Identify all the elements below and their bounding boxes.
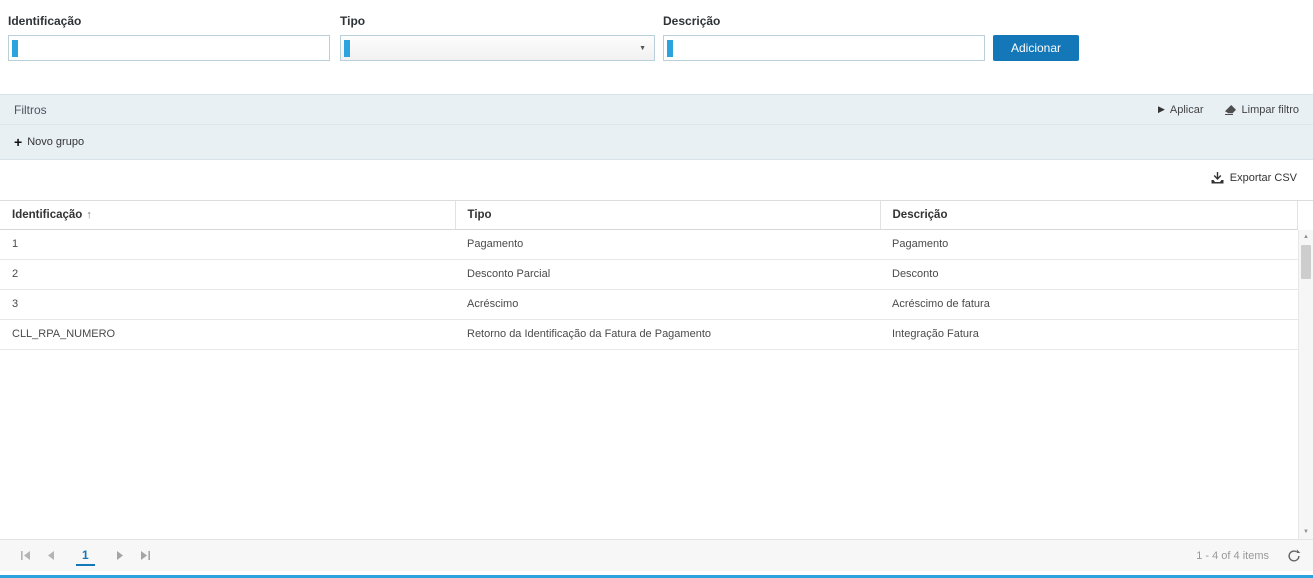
scroll-down-icon[interactable]: ▼ [1299, 529, 1313, 535]
last-page-icon [140, 551, 151, 560]
plus-icon: + [14, 135, 22, 149]
dropdown-arrow-icon: ▼ [639, 45, 646, 52]
apply-filter-label: Aplicar [1170, 104, 1204, 116]
adicionar-button[interactable]: Adicionar [993, 35, 1079, 61]
apply-filter-button[interactable]: ▶ Aplicar [1158, 104, 1204, 116]
cell-tipo: Retorno da Identificação da Fatura de Pa… [455, 319, 880, 349]
column-header-tipo[interactable]: Tipo [455, 201, 880, 229]
cell-tipo: Pagamento [455, 229, 880, 259]
prev-page-icon [47, 551, 55, 560]
column-label: Descrição [893, 209, 948, 221]
next-page-button[interactable] [107, 543, 133, 569]
eraser-icon [1224, 104, 1237, 115]
sort-asc-icon: ↑ [86, 209, 92, 221]
next-page-icon [116, 551, 124, 560]
filters-panel: Filtros ▶ Aplicar Limpar filtro + Novo g… [0, 94, 1313, 160]
identificacao-label: Identificação [8, 14, 330, 28]
last-page-button[interactable] [133, 543, 159, 569]
export-csv-icon [1211, 172, 1224, 184]
current-page[interactable]: 1 [76, 545, 95, 566]
tipo-label: Tipo [340, 14, 655, 28]
input-focus-bar [667, 40, 673, 57]
table-row[interactable]: CLL_RPA_NUMERO Retorno da Identificação … [0, 319, 1298, 349]
input-focus-bar [344, 40, 350, 57]
table-row[interactable]: 1 Pagamento Pagamento [0, 229, 1298, 259]
apply-icon: ▶ [1158, 105, 1165, 114]
vertical-scrollbar[interactable]: ▲ ▼ [1298, 230, 1313, 539]
input-focus-bar [12, 40, 18, 57]
pager-info: 1 - 4 of 4 items [1196, 550, 1269, 562]
column-label: Identificação [12, 209, 82, 221]
grid-table: Identificação ↑ Tipo Descrição 1 Pagament… [0, 201, 1298, 350]
descricao-input-field[interactable] [676, 36, 982, 60]
export-csv-button[interactable]: Exportar CSV [1211, 172, 1297, 184]
tipo-select[interactable]: ▼ [340, 35, 655, 61]
cell-identificacao: CLL_RPA_NUMERO [0, 319, 455, 349]
scrollbar-thumb[interactable] [1301, 245, 1311, 279]
clear-filter-button[interactable]: Limpar filtro [1224, 104, 1299, 116]
filters-actions: ▶ Aplicar Limpar filtro [1158, 104, 1299, 116]
cell-tipo: Desconto Parcial [455, 259, 880, 289]
identificacao-input[interactable] [8, 35, 330, 61]
cell-identificacao: 3 [0, 289, 455, 319]
data-grid: Identificação ↑ Tipo Descrição 1 Pagament… [0, 200, 1313, 539]
page-root: Identificação Tipo ▼ Descrição Adicionar… [0, 0, 1313, 578]
table-row[interactable]: 3 Acréscimo Acréscimo de fatura [0, 289, 1298, 319]
cell-descricao: Integração Fatura [880, 319, 1298, 349]
pagination-bar: 1 1 - 4 of 4 items [0, 539, 1313, 571]
first-page-button[interactable] [12, 543, 38, 569]
grid-header-row: Identificação ↑ Tipo Descrição [0, 201, 1298, 229]
first-page-icon [20, 551, 31, 560]
refresh-button[interactable] [1287, 549, 1301, 563]
descricao-label: Descrição [663, 14, 985, 28]
new-group-button[interactable]: + Novo grupo [14, 135, 84, 149]
scroll-up-icon[interactable]: ▲ [1299, 234, 1313, 240]
prev-page-button[interactable] [38, 543, 64, 569]
field-tipo: Tipo ▼ [340, 14, 655, 61]
refresh-icon [1287, 549, 1301, 563]
column-label: Tipo [468, 209, 492, 221]
field-descricao: Descrição [663, 14, 985, 61]
cell-descricao: Pagamento [880, 229, 1298, 259]
cell-identificacao: 1 [0, 229, 455, 259]
new-group-label: Novo grupo [27, 136, 84, 148]
cell-descricao: Acréscimo de fatura [880, 289, 1298, 319]
cell-descricao: Desconto [880, 259, 1298, 289]
filters-body: + Novo grupo [0, 125, 1313, 159]
column-header-identificacao[interactable]: Identificação ↑ [0, 201, 455, 229]
export-csv-label: Exportar CSV [1230, 172, 1297, 184]
column-header-descricao[interactable]: Descrição [880, 201, 1298, 229]
descricao-input[interactable] [663, 35, 985, 61]
add-record-form: Identificação Tipo ▼ Descrição Adicionar [0, 0, 1313, 61]
identificacao-input-field[interactable] [21, 36, 327, 60]
cell-identificacao: 2 [0, 259, 455, 289]
export-row: Exportar CSV [0, 160, 1313, 184]
table-row[interactable]: 2 Desconto Parcial Desconto [0, 259, 1298, 289]
cell-tipo: Acréscimo [455, 289, 880, 319]
clear-filter-label: Limpar filtro [1242, 104, 1299, 116]
filters-title: Filtros [14, 103, 47, 117]
field-identificacao: Identificação [8, 14, 330, 61]
filters-header: Filtros ▶ Aplicar Limpar filtro [0, 95, 1313, 125]
